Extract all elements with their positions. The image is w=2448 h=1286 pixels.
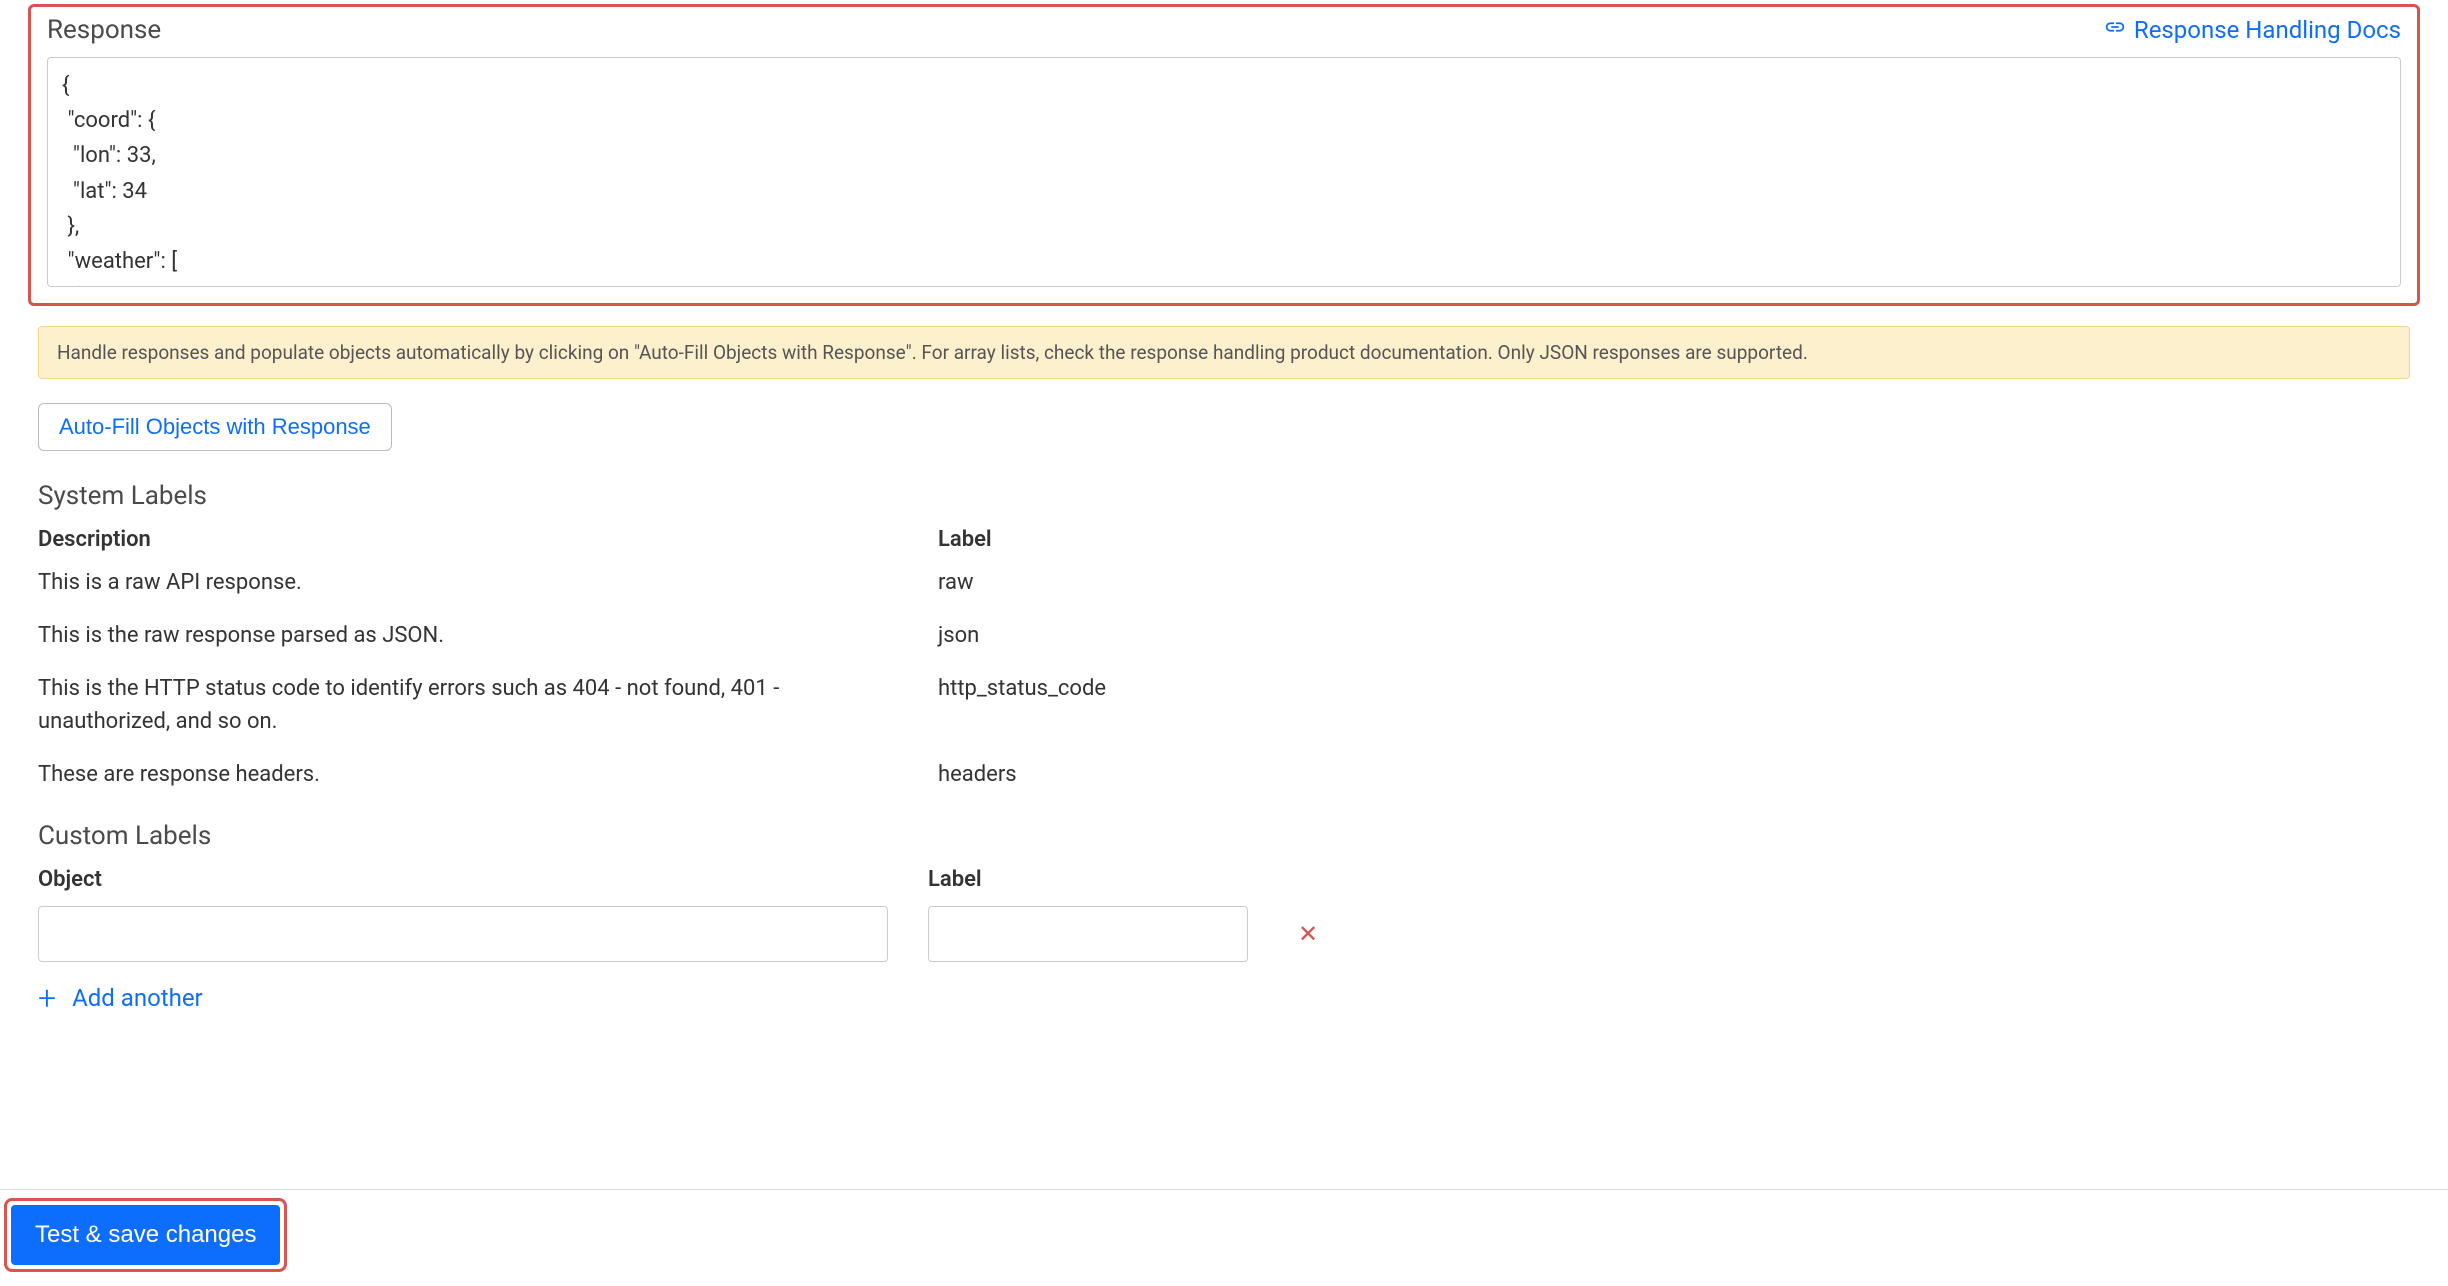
column-label-header: Label [928, 867, 1278, 892]
object-input[interactable] [38, 906, 888, 962]
custom-label-row: ✕ [38, 906, 2410, 962]
label-cell: raw [938, 566, 1288, 599]
label-input[interactable] [928, 906, 1248, 962]
docs-link-text: Response Handling Docs [2134, 16, 2401, 44]
response-title: Response [47, 15, 161, 45]
label-cell: json [938, 619, 1288, 652]
system-labels-title: System Labels [38, 481, 2410, 511]
column-description-header: Description [38, 527, 938, 552]
custom-labels-title: Custom Labels [38, 821, 2410, 851]
response-panel: Response Response Handling Docs { "coord… [28, 4, 2420, 306]
table-row: This is a raw API response. raw [38, 566, 2410, 599]
column-label-header: Label [938, 527, 1288, 552]
response-handling-docs-link[interactable]: Response Handling Docs [2104, 16, 2401, 44]
info-banner: Handle responses and populate objects au… [38, 326, 2410, 379]
table-row: These are response headers. headers [38, 758, 2410, 791]
auto-fill-objects-button[interactable]: Auto-Fill Objects with Response [38, 403, 392, 451]
table-row: This is the raw response parsed as JSON.… [38, 619, 2410, 652]
custom-labels-header: Object Label [38, 867, 2410, 892]
remove-row-icon[interactable]: ✕ [1298, 920, 1318, 948]
label-cell: headers [938, 758, 1288, 791]
plus-icon: + [38, 982, 56, 1014]
add-another-text: Add another [72, 984, 203, 1012]
label-cell: http_status_code [938, 672, 1288, 705]
description-cell: This is a raw API response. [38, 566, 938, 599]
system-labels-header: Description Label [38, 527, 2410, 552]
custom-labels-section: Custom Labels Object Label ✕ [38, 821, 2410, 962]
description-cell: These are response headers. [38, 758, 938, 791]
test-save-changes-button[interactable]: Test & save changes [11, 1205, 280, 1265]
link-icon [2104, 16, 2126, 44]
description-cell: This is the raw response parsed as JSON. [38, 619, 938, 652]
description-cell: This is the HTTP status code to identify… [38, 672, 938, 738]
footer: Test & save changes [0, 1189, 2448, 1286]
system-labels-section: System Labels Description Label This is … [38, 481, 2410, 791]
test-save-highlight: Test & save changes [4, 1198, 287, 1272]
add-another-button[interactable]: + Add another [38, 982, 2448, 1014]
column-object-header: Object [38, 867, 928, 892]
response-body[interactable]: { "coord": { "lon": 33, "lat": 34 }, "we… [47, 57, 2401, 287]
table-row: This is the HTTP status code to identify… [38, 672, 2410, 738]
